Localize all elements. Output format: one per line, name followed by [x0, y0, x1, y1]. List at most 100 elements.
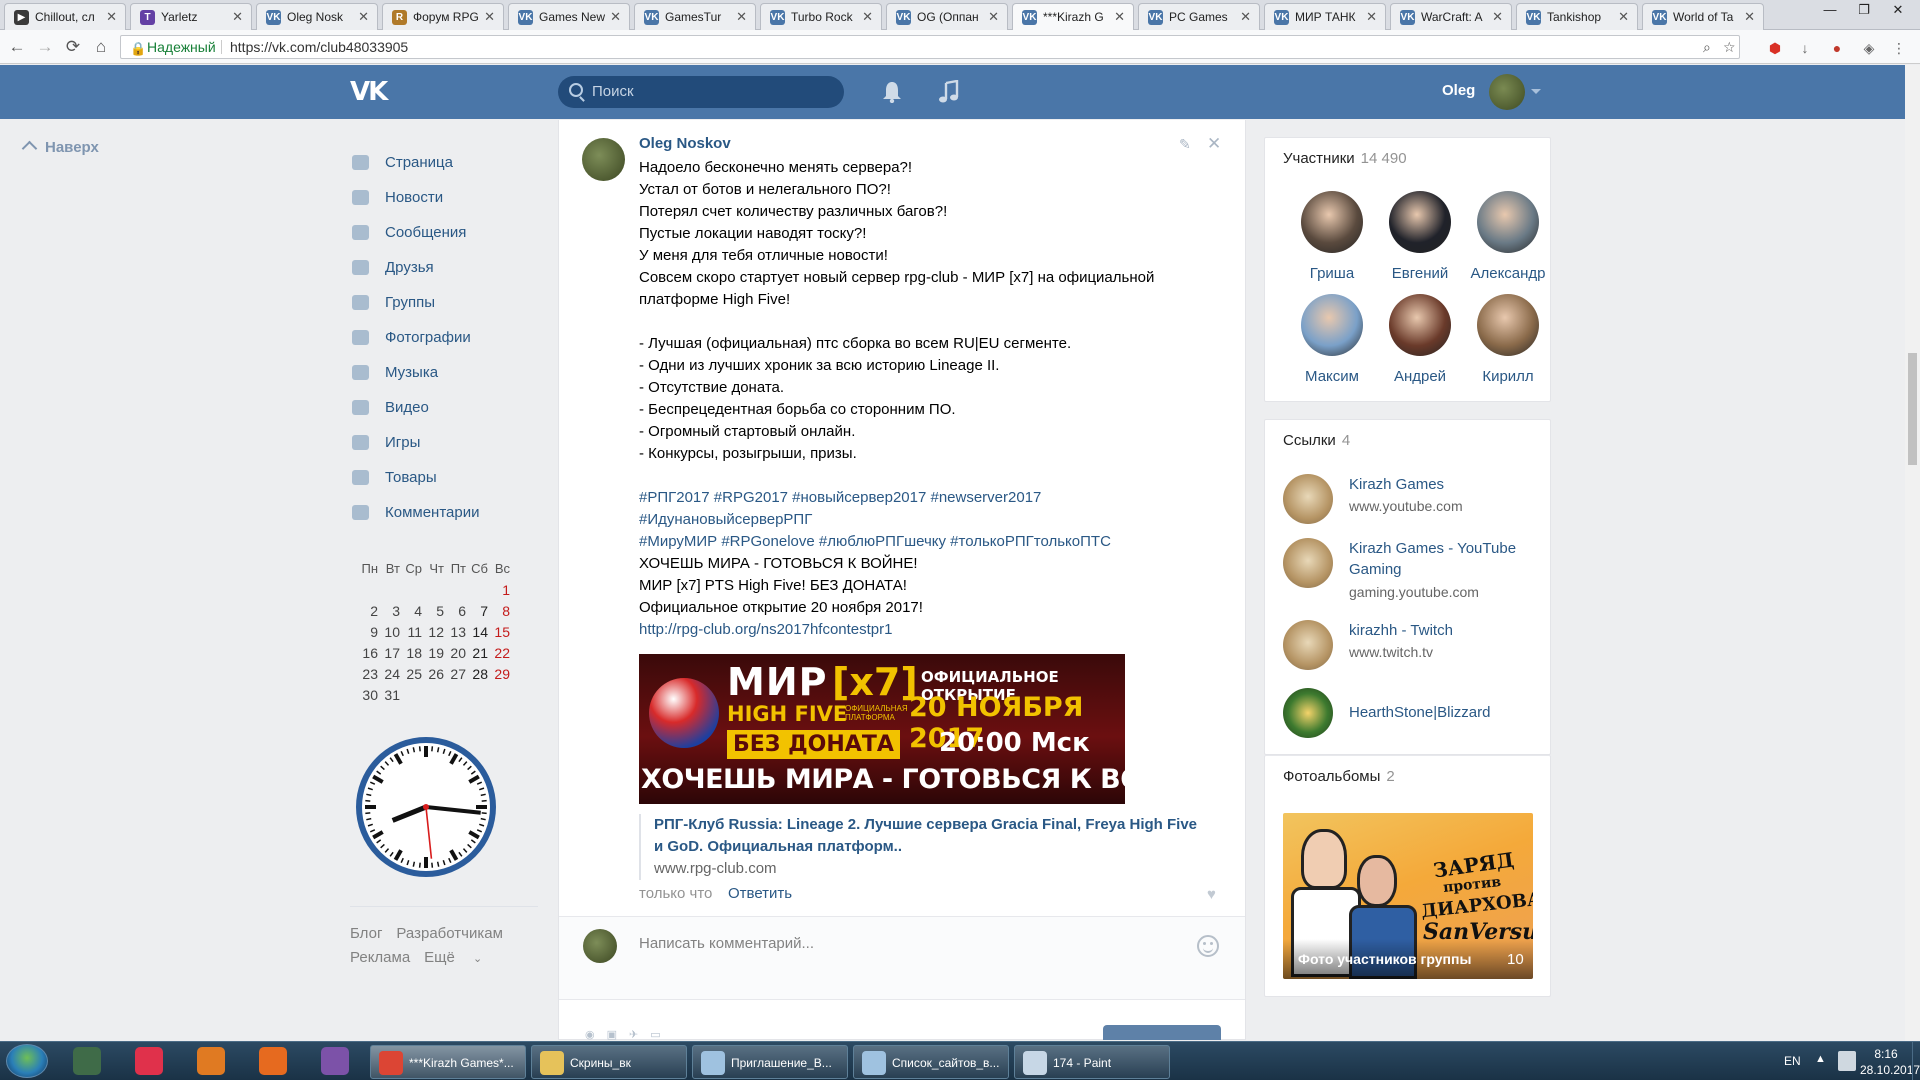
heart-icon[interactable]: ♥	[1207, 886, 1216, 903]
music-icon[interactable]	[938, 80, 960, 104]
firefox-pin-icon[interactable]	[248, 1046, 298, 1078]
calendar-day[interactable]: 31	[378, 687, 400, 708]
download-extension-icon[interactable]: ↓	[1796, 39, 1814, 57]
avatar[interactable]	[1489, 74, 1525, 110]
browser-tab[interactable]: ▶ Chillout, сл ✕	[4, 3, 126, 30]
calendar-day[interactable]: 12	[422, 624, 444, 645]
calendar-day[interactable]: 5	[422, 603, 444, 624]
calendar-day[interactable]	[466, 582, 488, 603]
close-icon[interactable]: ✕	[1492, 9, 1503, 25]
sidebar-item[interactable]: Комментарии	[350, 498, 540, 533]
calendar-day[interactable]: 3	[378, 603, 400, 624]
browser-tab[interactable]: VK Oleg Nosk ✕	[256, 3, 378, 30]
sidebar-item[interactable]: Фотографии	[350, 323, 540, 358]
calendar-day[interactable]: 4	[400, 603, 422, 624]
calendar-day[interactable]	[400, 687, 422, 708]
browser-tab[interactable]: VK PC Games ✕	[1138, 3, 1260, 30]
close-icon[interactable]: ✕	[1207, 134, 1221, 154]
extension-icon[interactable]: ●	[1828, 39, 1846, 57]
footer-more-link[interactable]: Ещё ⌄	[424, 949, 496, 966]
viber-pin-icon[interactable]	[310, 1046, 360, 1078]
close-icon[interactable]: ✕	[1366, 9, 1377, 25]
bell-icon[interactable]	[882, 81, 902, 103]
member-item[interactable]: Гриша	[1288, 191, 1376, 282]
close-icon[interactable]: ✕	[1114, 9, 1125, 25]
calendar-day[interactable]: 1	[488, 582, 510, 603]
calendar-day[interactable]: 28	[466, 666, 488, 687]
close-icon[interactable]: ✕	[736, 9, 747, 25]
scroll-to-top-button[interactable]: Наверх	[21, 139, 99, 157]
browser-tab[interactable]: VK World of Ta ✕	[1642, 3, 1764, 30]
calendar-day[interactable]	[400, 582, 422, 603]
url-bar[interactable]: 🔒 Надежный https://vk.com/club48033905 ⌕…	[120, 35, 1740, 59]
footer-ads-link[interactable]: Реклама	[350, 949, 410, 966]
calendar-day[interactable]: 19	[422, 645, 444, 666]
avatar[interactable]	[1477, 294, 1539, 356]
forward-icon[interactable]: →	[34, 36, 56, 58]
sidebar-item[interactable]: Сообщения	[350, 218, 540, 253]
close-icon[interactable]: ✕	[988, 9, 999, 25]
home-page-icon[interactable]: ⌂	[90, 36, 112, 58]
calendar-day[interactable]: 10	[378, 624, 400, 645]
calendar-day[interactable]: 6	[444, 603, 466, 624]
member-item[interactable]: Кирилл	[1464, 294, 1552, 385]
calendar-day[interactable]	[422, 687, 444, 708]
close-window-button[interactable]: ✕	[1882, 0, 1914, 22]
member-item[interactable]: Андрей	[1376, 294, 1464, 385]
tray-expand-icon[interactable]: ▲	[1815, 1053, 1826, 1065]
calendar-day[interactable]	[378, 582, 400, 603]
hashtag-line[interactable]: #ИдунановыйсерверРПГ	[639, 509, 1229, 531]
footer-developers-link[interactable]: Разработчикам	[396, 925, 502, 942]
post-link[interactable]: http://rpg-club.org/ns2017hfcontestpr1	[639, 619, 1229, 641]
browser-tab[interactable]: VK GamesTur ✕	[634, 3, 756, 30]
link-attachment[interactable]: РПГ-Клуб Russia: Lineage 2. Лучшие серве…	[639, 814, 1199, 880]
close-icon[interactable]: ✕	[484, 9, 495, 25]
zoom-icon[interactable]: ⌕	[1703, 36, 1711, 58]
reload-icon[interactable]: ⟳	[62, 36, 84, 58]
post-banner-image[interactable]: МИР [x7] HIGH FIVE ОФИЦИАЛЬНАЯ ПЛАТФОРМА…	[639, 654, 1125, 804]
album-cover[interactable]: ЗАРЯД против ДИАРХОВА SanVersus Фото уча…	[1283, 813, 1533, 979]
calendar-day[interactable]: 14	[466, 624, 488, 645]
close-icon[interactable]: ✕	[1240, 9, 1251, 25]
post-author-name[interactable]: Oleg Noskov	[639, 135, 731, 152]
link-title[interactable]: Kirazh Games - YouTube Gaming	[1349, 538, 1544, 580]
calendar-day[interactable]: 24	[378, 666, 400, 687]
calendar-day[interactable]: 11	[400, 624, 422, 645]
calendar-day[interactable]: 9	[356, 624, 378, 645]
bookmark-star-icon[interactable]: ☆	[1723, 36, 1736, 58]
hashtag-line[interactable]: #МируМИР #RPGonelove #люблюРПГшечку #тол…	[639, 531, 1229, 553]
calendar-day[interactable]: 30	[356, 687, 378, 708]
scrollbar-thumb[interactable]	[1908, 353, 1917, 465]
browser-tab[interactable]: VK МИР ТАНК ✕	[1264, 3, 1386, 30]
url-text[interactable]: https://vk.com/club48033905	[230, 36, 408, 58]
calendar-day[interactable]	[356, 582, 378, 603]
show-desktop-button[interactable]	[1912, 1042, 1920, 1080]
sidebar-item[interactable]: Видео	[350, 393, 540, 428]
search-input[interactable]: Поиск	[558, 76, 844, 108]
browser-tab[interactable]: T Yarletz ✕	[130, 3, 252, 30]
calendar-day[interactable]: 22	[488, 645, 510, 666]
send-button[interactable]	[1103, 1025, 1221, 1040]
browser-tab[interactable]: VK Tankishop ✕	[1516, 3, 1638, 30]
member-item[interactable]: Максим	[1288, 294, 1376, 385]
calendar-day[interactable]: 8	[488, 603, 510, 624]
close-icon[interactable]: ✕	[232, 9, 243, 25]
taskbar-window-button[interactable]: 174 - Paint	[1014, 1045, 1170, 1079]
attach-icons[interactable]: ◉▣✈▭	[585, 1028, 685, 1041]
system-clock[interactable]: 8:16 28.10.2017	[1860, 1046, 1920, 1078]
explorer-pin-icon[interactable]	[62, 1046, 112, 1078]
shield-extension-icon[interactable]: ◈	[1860, 39, 1878, 57]
footer-blog-link[interactable]: Блог	[350, 925, 382, 942]
taskbar-window-button[interactable]: Список_сайтов_в...	[853, 1045, 1009, 1079]
calendar-day[interactable]: 18	[400, 645, 422, 666]
member-name[interactable]: Евгений	[1376, 265, 1464, 282]
member-name[interactable]: Андрей	[1376, 368, 1464, 385]
browser-tab[interactable]: VK ***Kirazh G ✕	[1012, 3, 1134, 31]
calendar-day[interactable]	[444, 582, 466, 603]
close-icon[interactable]: ✕	[610, 9, 621, 25]
hashtag-line[interactable]: #РПГ2017 #RPG2017 #новыйсервер2017 #news…	[639, 487, 1229, 509]
avatar[interactable]	[1389, 294, 1451, 356]
close-icon[interactable]: ✕	[1744, 9, 1755, 25]
member-name[interactable]: Кирилл	[1464, 368, 1552, 385]
calendar-day[interactable]: 21	[466, 645, 488, 666]
